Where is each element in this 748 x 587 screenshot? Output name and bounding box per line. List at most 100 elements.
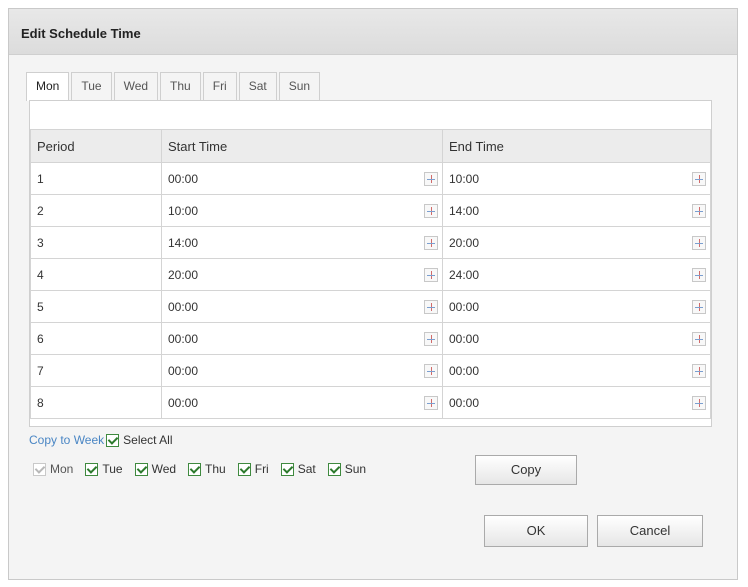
start-time-cell[interactable]: 00:00 [161,354,443,387]
table-row: 1 00:00 10:00 [30,162,711,195]
copy-thu-label: Thu [205,462,226,476]
end-time-value[interactable]: 00:00 [449,332,479,346]
tab-wed[interactable]: Wed [113,72,159,100]
copy-tue-checkbox[interactable] [85,462,99,476]
copy-sat-checkbox[interactable] [280,462,294,476]
clock-icon[interactable] [692,395,706,410]
copy-days-row: Mon Tue Wed Thu Fri Sat Sun [31,462,376,476]
table-row: 8 00:00 00:00 [30,386,711,419]
start-time-header: Start Time [161,129,443,163]
start-time-value[interactable]: 20:00 [168,268,198,282]
clock-icon[interactable] [692,331,706,346]
end-time-cell[interactable]: 10:00 [442,162,711,195]
start-time-cell[interactable]: 20:00 [161,258,443,291]
select-all-checkbox[interactable] [106,433,120,447]
schedule-table: Period Start Time End Time 1 00:00 10:00… [30,129,711,419]
start-time-value[interactable]: 14:00 [168,236,198,250]
dialog-titlebar: Edit Schedule Time [9,9,737,55]
copy-mon-checkbox [33,462,46,476]
end-time-cell[interactable]: 00:00 [442,386,711,419]
start-time-cell[interactable]: 00:00 [161,322,443,355]
schedule-panel: Period Start Time End Time 1 00:00 10:00… [29,100,712,427]
clock-icon[interactable] [424,299,438,314]
end-time-value[interactable]: 00:00 [449,300,479,314]
table-row: 2 10:00 14:00 [30,194,711,227]
copy-sun-label: Sun [344,462,367,476]
ok-button[interactable]: OK [484,515,588,547]
clock-icon[interactable] [692,235,706,250]
start-time-cell[interactable]: 00:00 [161,386,443,419]
start-time-cell[interactable]: 10:00 [161,194,443,227]
tab-fri[interactable]: Fri [202,72,237,100]
copy-sun-checkbox[interactable] [327,462,341,476]
end-time-value[interactable]: 10:00 [449,172,479,186]
end-time-value[interactable]: 24:00 [449,268,479,282]
select-all-label: Select All [123,433,173,447]
end-time-cell[interactable]: 20:00 [442,226,711,259]
clock-icon[interactable] [424,331,438,346]
start-time-value[interactable]: 00:00 [168,300,198,314]
start-time-cell[interactable]: 00:00 [161,290,443,323]
table-row: 6 00:00 00:00 [30,322,711,355]
period-cell: 1 [30,162,162,195]
tab-mon[interactable]: Mon [26,72,70,101]
period-header: Period [30,129,162,163]
period-cell: 6 [30,322,162,355]
end-time-value[interactable]: 14:00 [449,204,479,218]
start-time-value[interactable]: 00:00 [168,396,198,410]
copy-to-week-row: Copy to Week Select All [29,433,173,447]
copy-mon-label: Mon [50,462,74,476]
clock-icon[interactable] [424,395,438,410]
start-time-cell[interactable]: 14:00 [161,226,443,259]
start-time-value[interactable]: 00:00 [168,332,198,346]
table-row: 7 00:00 00:00 [30,354,711,387]
tab-tue[interactable]: Tue [71,72,112,100]
table-row: 3 14:00 20:00 [30,226,711,259]
clock-icon[interactable] [424,171,438,186]
table-header-row: Period Start Time End Time [30,129,711,163]
period-cell: 4 [30,258,162,291]
start-time-value[interactable]: 00:00 [168,364,198,378]
day-tabs: Mon Tue Wed Thu Fri Sat Sun [26,72,322,101]
clock-icon[interactable] [424,203,438,218]
end-time-cell[interactable]: 14:00 [442,194,711,227]
clock-icon[interactable] [692,267,706,282]
copy-wed-label: Wed [151,462,177,476]
end-time-cell[interactable]: 00:00 [442,354,711,387]
tab-sun[interactable]: Sun [278,72,321,100]
copy-button[interactable]: Copy [475,455,577,485]
cancel-button[interactable]: Cancel [597,515,703,547]
table-row: 5 00:00 00:00 [30,290,711,323]
copy-fri-label: Fri [254,462,269,476]
dialog-title: Edit Schedule Time [21,26,141,41]
clock-icon[interactable] [424,267,438,282]
tab-thu[interactable]: Thu [160,72,201,100]
period-cell: 7 [30,354,162,387]
copy-fri-checkbox[interactable] [237,462,251,476]
start-time-cell[interactable]: 00:00 [161,162,443,195]
clock-icon[interactable] [424,363,438,378]
period-cell: 2 [30,194,162,227]
clock-icon[interactable] [692,203,706,218]
copy-tue-label: Tue [102,462,123,476]
clock-icon[interactable] [692,171,706,186]
start-time-value[interactable]: 00:00 [168,172,198,186]
end-time-value[interactable]: 00:00 [449,396,479,410]
copy-to-week-link[interactable]: Copy to Week [29,433,104,447]
copy-thu-checkbox[interactable] [188,462,202,476]
period-cell: 8 [30,386,162,419]
copy-sat-label: Sat [297,462,316,476]
clock-icon[interactable] [692,299,706,314]
period-cell: 3 [30,226,162,259]
clock-icon[interactable] [692,363,706,378]
end-time-value[interactable]: 20:00 [449,236,479,250]
end-time-value[interactable]: 00:00 [449,364,479,378]
tab-sat[interactable]: Sat [238,72,277,100]
end-time-cell[interactable]: 00:00 [442,322,711,355]
start-time-value[interactable]: 10:00 [168,204,198,218]
copy-wed-checkbox[interactable] [134,462,148,476]
table-row: 4 20:00 24:00 [30,258,711,291]
clock-icon[interactable] [424,235,438,250]
end-time-cell[interactable]: 00:00 [442,290,711,323]
end-time-cell[interactable]: 24:00 [442,258,711,291]
